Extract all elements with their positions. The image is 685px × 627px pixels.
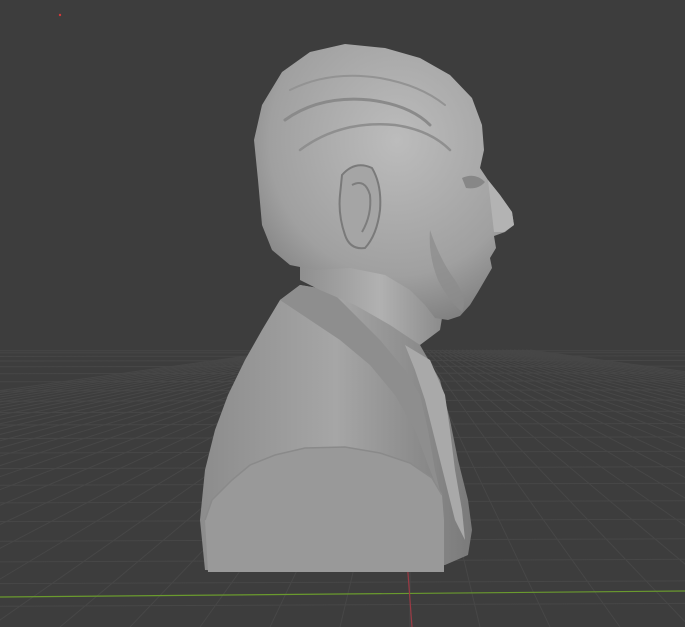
grid-line: [445, 349, 685, 463]
grid-line: [485, 349, 685, 395]
3d-viewport[interactable]: [0, 0, 685, 627]
viewport-canvas[interactable]: [0, 0, 685, 627]
grid-line: [489, 349, 685, 392]
origin-marker: [58, 13, 62, 17]
bust-mesh[interactable]: [200, 44, 514, 572]
grid-line: [473, 349, 685, 406]
grid-line: [0, 580, 685, 585]
grid-line: [501, 349, 685, 384]
grid-line: [477, 349, 685, 402]
grid-line: [0, 602, 685, 607]
grid-line: [481, 349, 685, 398]
grid-line: [461, 349, 685, 423]
y-axis-line: [0, 590, 685, 598]
